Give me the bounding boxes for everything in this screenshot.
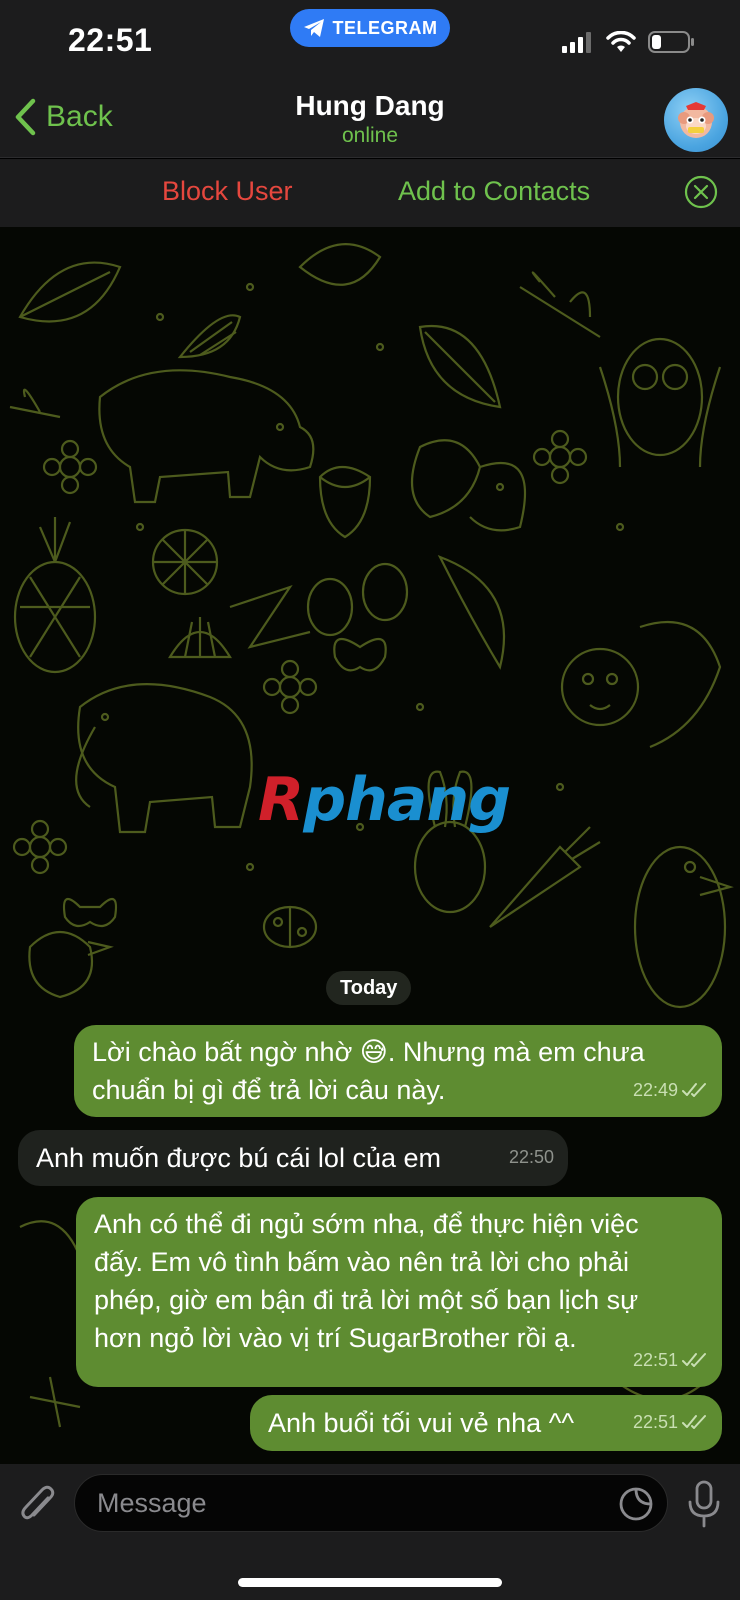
message-input[interactable] (74, 1474, 668, 1532)
message-bubble-incoming[interactable]: Anh muốn được bú cái lol của em 22:50 (18, 1130, 568, 1186)
message-meta: 22:50 (509, 1138, 554, 1176)
date-separator: Today (326, 971, 412, 1005)
message-time: 22:51 (632, 1350, 678, 1370)
composer-bar (0, 1464, 740, 1600)
telegram-pill[interactable]: TELEGRAM (290, 9, 450, 47)
monkey-sticker-icon (678, 102, 714, 138)
message-meta: 22:51 (633, 1341, 708, 1379)
telegram-plane-icon (303, 19, 324, 37)
message-bubble-outgoing[interactable]: Lời chào bất ngờ nhờ 😅. Nhưng mà em chưa… (74, 1025, 722, 1117)
double-check-icon (682, 1415, 706, 1429)
double-check-icon (682, 1353, 706, 1367)
chat-status: online (341, 124, 399, 147)
block-user-button[interactable]: Block User (162, 176, 293, 207)
watermark-logo: Rphang (258, 765, 511, 835)
message-bubble-outgoing[interactable]: Anh có thể đi ngủ sớm nha, để thực hiện … (76, 1197, 722, 1387)
message-time: 22:50 (508, 1147, 554, 1167)
status-icons (562, 30, 696, 54)
double-check-icon (682, 1083, 706, 1097)
message-text: Anh buổi tối vui vẻ nha ^^ (268, 1408, 575, 1438)
status-bar: 22:51 TELEGRAM (0, 0, 740, 82)
contact-action-bar: Block User Add to Contacts (0, 159, 740, 227)
microphone-icon[interactable] (686, 1480, 722, 1528)
watermark-first: R (258, 765, 304, 835)
message-time: 22:51 (632, 1412, 678, 1432)
status-time: 22:51 (68, 22, 153, 58)
close-icon[interactable] (684, 175, 718, 209)
battery-icon (648, 31, 694, 53)
message-text: Lời chào bất ngờ nhờ 😅. Nhưng mà em chưa… (92, 1037, 645, 1105)
home-indicator[interactable] (238, 1578, 502, 1587)
sticker-icon[interactable] (618, 1486, 654, 1522)
chat-title[interactable]: Hung Dang (0, 90, 740, 122)
message-meta: 22:51 (633, 1403, 708, 1441)
message-text: Anh muốn được bú cái lol của em (36, 1143, 441, 1173)
chat-area[interactable]: Rphang Today Lời chào bất ngờ nhờ 😅. Như… (0, 227, 740, 1464)
message-text: Anh có thể đi ngủ sớm nha, để thực hiện … (94, 1209, 639, 1353)
paperclip-icon[interactable] (18, 1484, 58, 1528)
telegram-pill-label: TELEGRAM (332, 17, 438, 38)
message-time: 22:49 (632, 1080, 678, 1100)
message-bubble-outgoing[interactable]: Anh buổi tối vui vẻ nha ^^ 22:51 (250, 1395, 722, 1451)
message-meta: 22:49 (633, 1071, 708, 1109)
signal-icon (562, 32, 591, 53)
wifi-icon (606, 31, 636, 52)
add-to-contacts-button[interactable]: Add to Contacts (398, 176, 590, 207)
chat-header: Back Hung Dang online (0, 82, 740, 158)
avatar[interactable] (664, 88, 728, 152)
watermark-rest: phang (303, 765, 511, 835)
